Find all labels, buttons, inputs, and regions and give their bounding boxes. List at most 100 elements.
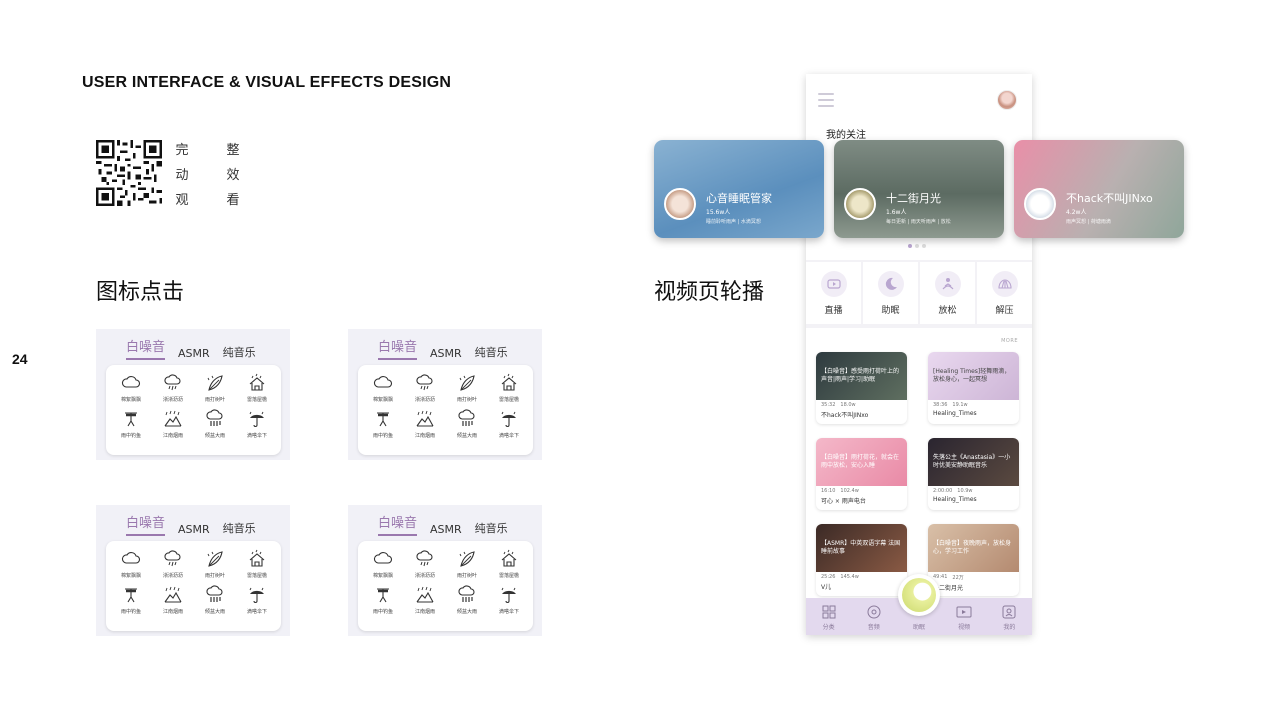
sound-item[interactable]: 雨中钓鱼 xyxy=(362,585,404,615)
sound-item[interactable]: 江南烟雨 xyxy=(152,409,194,439)
sound-item[interactable]: 棉絮飘飘 xyxy=(110,549,152,579)
tab-pure-music[interactable]: 纯音乐 xyxy=(223,520,256,536)
sound-label: 雷落屋檐 xyxy=(498,573,519,579)
cloud-icon xyxy=(121,376,141,388)
sound-item[interactable]: 倾盆大雨 xyxy=(194,409,236,439)
sound-label: 雨中钓鱼 xyxy=(372,433,393,439)
sound-item[interactable]: 淅淅沥沥 xyxy=(404,549,446,579)
tab-white-noise[interactable]: 白噪音 xyxy=(378,336,418,360)
tab-pure-music[interactable]: 纯音乐 xyxy=(475,344,508,360)
video-thumbnail: 【白噪音】雨打荷花，就会在雨中放松，安心入睡 xyxy=(816,438,907,486)
sound-item[interactable]: 江南烟雨 xyxy=(404,585,446,615)
video-icon xyxy=(956,606,972,618)
live-icon xyxy=(820,270,847,297)
video-card[interactable]: 【白噪音】感受雨打荷叶上的声音|雨声|学习|助眠 35:32 18.0w 不hac… xyxy=(816,352,907,424)
video-author: 十二街月光 xyxy=(933,585,964,592)
tab-pure-music[interactable]: 纯音乐 xyxy=(475,520,508,536)
leaf-rain-icon xyxy=(459,375,475,391)
sound-item[interactable]: 雨打树叶 xyxy=(194,549,236,579)
menu-icon[interactable] xyxy=(818,93,834,107)
category-sleep[interactable]: 助眠 xyxy=(863,262,918,324)
sound-item[interactable]: 雨打树叶 xyxy=(446,549,488,579)
sound-item[interactable]: 棉絮飘飘 xyxy=(110,373,152,403)
video-thumbnail: 【白噪音】感受雨打荷叶上的声音|雨声|学习|助眠 xyxy=(816,352,907,400)
slide-count: 4.2w人 xyxy=(1066,209,1087,216)
slide-count: 1.6w人 xyxy=(886,209,907,216)
nav-category[interactable]: 分类 xyxy=(810,604,848,631)
sound-item[interactable]: 倾盆大雨 xyxy=(194,585,236,615)
sound-label: 滴嗒伞下 xyxy=(498,433,519,439)
sound-item[interactable]: 雷落屋檐 xyxy=(236,373,278,403)
video-author: 可心 × 雨声电台 xyxy=(821,498,866,505)
video-stats: 2:00:00 10.9w xyxy=(933,488,973,494)
sound-label: 倾盆大雨 xyxy=(204,609,225,615)
tab-asmr[interactable]: ASMR xyxy=(178,347,210,360)
sound-item[interactable]: 淅淅沥沥 xyxy=(404,373,446,403)
sound-item[interactable]: 雨打树叶 xyxy=(446,373,488,403)
carousel-slide[interactable]: 不hack不叫JINxo 4.2w人 雨声冥想 | 荷塘雨滴 xyxy=(1014,140,1184,238)
sound-item[interactable]: 雨中钓鱼 xyxy=(110,409,152,439)
sound-item[interactable]: 倾盆大雨 xyxy=(446,409,488,439)
sound-grid-card: 棉絮飘飘 淅淅沥沥 雨打树叶 雷落屋檐 雨中钓鱼 江南烟雨 倾盆大雨 滴嗒伞下 xyxy=(106,365,281,455)
sound-item[interactable]: 淅淅沥沥 xyxy=(152,373,194,403)
slide-title: 十二街月光 xyxy=(886,192,941,205)
cloud-icon xyxy=(121,552,141,564)
qr-caption-col2: 整效看 xyxy=(226,143,240,208)
tab-asmr[interactable]: ASMR xyxy=(430,523,462,536)
tab-asmr[interactable]: ASMR xyxy=(178,523,210,536)
tab-pure-music[interactable]: 纯音乐 xyxy=(223,344,256,360)
video-stats: 49:41 22万 xyxy=(933,574,964,581)
video-card[interactable]: 【白噪音】雨打荷花，就会在雨中放松，安心入睡 16:10 102.4w 可心 × … xyxy=(816,438,907,510)
video-card[interactable]: 【白噪音】夜晚雨声，放松身心，学习工作 49:41 22万 十二街月光 xyxy=(928,524,1019,596)
video-stats: 35:32 18.0w xyxy=(821,402,856,408)
sound-item[interactable]: 雨中钓鱼 xyxy=(110,585,152,615)
sound-item[interactable]: 雷落屋檐 xyxy=(488,373,530,403)
nav-video[interactable]: 视频 xyxy=(945,604,983,631)
cloud-rain-icon xyxy=(164,550,181,567)
sound-item[interactable]: 滴嗒伞下 xyxy=(488,585,530,615)
sound-item[interactable]: 江南烟雨 xyxy=(404,409,446,439)
sound-item[interactable]: 滴嗒伞下 xyxy=(236,585,278,615)
sound-item[interactable]: 滴嗒伞下 xyxy=(488,409,530,439)
tab-white-noise[interactable]: 白噪音 xyxy=(126,336,166,360)
carousel-slide[interactable]: 心音睡眠管家 15.6w人 睡前聆听雨声 | 水滴冥想 xyxy=(654,140,824,238)
sound-label: 淅淅沥沥 xyxy=(414,397,435,403)
sound-item[interactable]: 淅淅沥沥 xyxy=(152,549,194,579)
tab-asmr[interactable]: ASMR xyxy=(430,347,462,360)
slide-count: 15.6w人 xyxy=(706,209,731,216)
house-rain-icon xyxy=(249,549,265,567)
tab-white-noise[interactable]: 白噪音 xyxy=(126,512,166,536)
fishing-icon xyxy=(123,587,139,604)
video-card[interactable]: 失落公主《Anastasia》一小时优美安静助眠音乐 2:00:00 10.9w … xyxy=(928,438,1019,510)
sound-item[interactable]: 雷落屋檐 xyxy=(236,549,278,579)
sound-item[interactable]: 雨打树叶 xyxy=(194,373,236,403)
sound-item[interactable]: 雨中钓鱼 xyxy=(362,409,404,439)
nav-audio[interactable]: 音频 xyxy=(855,604,893,631)
category-relax[interactable]: 放松 xyxy=(920,262,975,324)
leaf-rain-icon xyxy=(207,375,223,391)
avatar[interactable] xyxy=(997,90,1017,110)
video-card[interactable]: [Healing Times]轻舞雨滴，放松身心，一起冥想 38:36 19.1w… xyxy=(928,352,1019,424)
play-button[interactable] xyxy=(898,574,940,616)
tab-bar: 白噪音 ASMR 纯音乐 xyxy=(378,336,508,360)
tab-white-noise[interactable]: 白噪音 xyxy=(378,512,418,536)
mountain-rain-icon xyxy=(164,586,182,603)
fishing-icon xyxy=(375,411,391,428)
sound-label: 江南烟雨 xyxy=(414,433,435,439)
carousel-slide[interactable]: 十二街月光 1.6w人 每日更新 | 雨天听雨声 | 放松 xyxy=(834,140,1004,238)
sound-label: 棉絮飘飘 xyxy=(372,573,393,579)
sound-item[interactable]: 雷落屋檐 xyxy=(488,549,530,579)
sound-item[interactable]: 滴嗒伞下 xyxy=(236,409,278,439)
category-live[interactable]: 直播 xyxy=(806,262,861,324)
leaf-rain-icon xyxy=(459,551,475,567)
nav-mine[interactable]: 我的 xyxy=(990,604,1028,631)
sound-item[interactable]: 棉絮飘飘 xyxy=(362,549,404,579)
category-stress[interactable]: 解压 xyxy=(977,262,1032,324)
video-title: 【白噪音】感受雨打荷叶上的声音|雨声|学习|助眠 xyxy=(821,368,900,383)
sound-item[interactable]: 倾盆大雨 xyxy=(446,585,488,615)
video-card[interactable]: 【ASMR】中英双语字幕 法国睡前故事 25:26 145.4w V儿 xyxy=(816,524,907,596)
sound-item[interactable]: 江南烟雨 xyxy=(152,585,194,615)
more-link[interactable]: MORE xyxy=(1001,338,1018,344)
mountain-rain-icon xyxy=(164,410,182,427)
sound-item[interactable]: 棉絮飘飘 xyxy=(362,373,404,403)
